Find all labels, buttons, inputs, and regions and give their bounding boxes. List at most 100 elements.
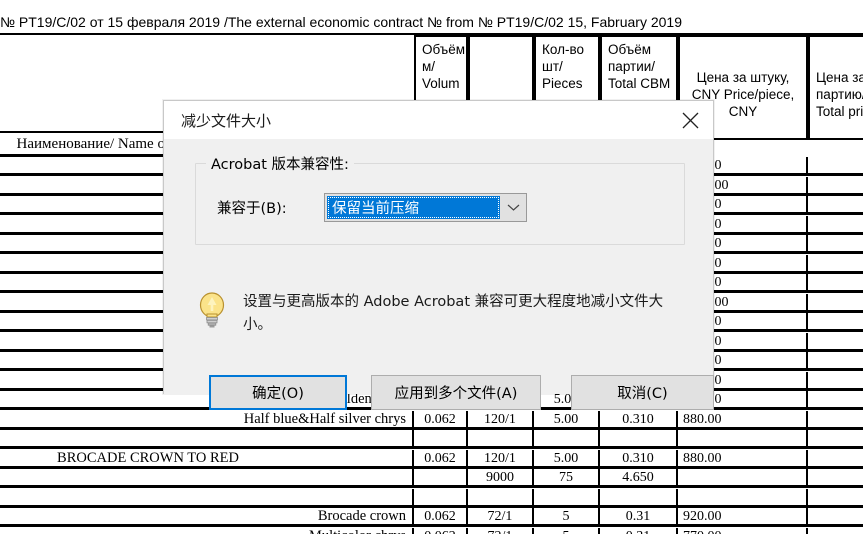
cell-volume[interactable]: 0.062	[414, 410, 468, 430]
cell-total[interactable]: 52	[808, 293, 863, 313]
cell-name: Half blue&Half silver chrys	[243, 410, 406, 427]
cell-cbm[interactable]: 0.31	[600, 508, 678, 527]
header-line: Цена за	[816, 70, 863, 85]
cell-volume[interactable]	[414, 430, 468, 449]
apply-to-multiple-files-button[interactable]: 应用到多个文件(A)	[371, 375, 541, 410]
cell-price[interactable]	[678, 430, 808, 449]
header-line: Цена за штуку,	[696, 70, 790, 85]
header-line: Volum	[422, 76, 460, 91]
tip-text: 设置与更高版本的 Adobe Acrobat 兼容可更大程度地减小文件大小。	[243, 294, 664, 333]
cell-pieces[interactable]: 5.00	[534, 449, 600, 469]
header-line: партии/	[608, 59, 656, 74]
cell-packing[interactable]	[468, 430, 534, 449]
tip-area: 设置与更高版本的 Adobe Acrobat 兼容可更大程度地减小文件大小。	[195, 289, 665, 337]
cell-total[interactable]: 44	[808, 352, 863, 371]
cell-total[interactable]: 44	[808, 391, 863, 410]
table-row[interactable]: Half blue&Half silver chrys	[0, 410, 414, 430]
header-line: Кол-во	[542, 42, 584, 57]
cell-cbm[interactable]: 0.31	[600, 527, 678, 534]
compatibility-select-value: 保留当前压缩	[327, 196, 500, 219]
cell-total[interactable]: 44	[808, 371, 863, 391]
cell-price[interactable]	[678, 488, 808, 508]
cell-total[interactable]: 44	[808, 313, 863, 332]
cell-total[interactable]: 52	[808, 176, 863, 196]
cell-total[interactable]: 44	[808, 274, 863, 293]
header-line: Total CBM	[608, 76, 671, 91]
chevron-down-icon	[500, 194, 526, 221]
header-line: Объём	[422, 42, 466, 57]
cell-price[interactable]: 880.00	[678, 410, 808, 430]
table-row[interactable]	[0, 430, 414, 449]
screen: № PT19/C/02 от 15 февраля 2019 /The exte…	[0, 0, 863, 534]
cell-price[interactable]: 880.00	[678, 449, 808, 469]
dialog-title: 减少文件大小	[181, 112, 272, 130]
cell-packing[interactable]: 120/1	[468, 410, 534, 430]
header-line: м/	[422, 59, 436, 74]
dialog-button-row: 确定(O) 应用到多个文件(A) 取消(C)	[209, 375, 714, 410]
lightbulb-icon	[195, 289, 229, 331]
cell-total[interactable]	[808, 430, 863, 449]
cell-volume[interactable]: 0.062	[414, 508, 468, 527]
cell-total[interactable]: 44	[808, 410, 863, 430]
cell-packing[interactable]: 72/1	[468, 508, 534, 527]
cell-volume[interactable]: 0.062	[414, 527, 468, 534]
header-line: Total price,	[816, 104, 863, 119]
cell-pieces[interactable]: 5	[534, 527, 600, 534]
cancel-button[interactable]: 取消(C)	[571, 375, 714, 410]
cell-pieces[interactable]	[534, 430, 600, 449]
cell-total[interactable]: 44	[808, 157, 863, 176]
cell-volume[interactable]	[414, 488, 468, 508]
cell-total[interactable]: 44	[808, 215, 863, 235]
cell-packing[interactable]: 9000	[468, 469, 534, 488]
cell-name: BROCADE CROWN TO RED	[57, 449, 239, 466]
dialog-titlebar: 减少文件大小	[164, 101, 713, 139]
cell-cbm[interactable]	[600, 430, 678, 449]
cell-cbm[interactable]: 0.310	[600, 449, 678, 469]
cell-total[interactable]: 44	[808, 235, 863, 254]
header-line: партию/	[816, 87, 863, 102]
cell-total[interactable]: 44	[808, 196, 863, 215]
table-row[interactable]	[0, 488, 414, 508]
cell-price[interactable]	[678, 469, 808, 488]
cell-price[interactable]: 770.00	[678, 527, 808, 534]
cell-pieces[interactable]	[534, 488, 600, 508]
header-line: шт/	[542, 59, 563, 74]
cell-price[interactable]: 920.00	[678, 508, 808, 527]
compatibility-select[interactable]: 保留当前压缩	[324, 193, 527, 222]
cell-packing[interactable]: 120/1	[468, 449, 534, 469]
table-row[interactable]: BROCADE CROWN TO RED	[0, 449, 414, 469]
reduce-file-size-dialog: 减少文件大小 Acrobat 版本兼容性: 兼容于(B): 保留当前压缩 设置与…	[163, 100, 714, 410]
compatibility-label: 兼容于(B):	[217, 201, 287, 217]
cell-cbm[interactable]: 4.650	[600, 469, 678, 488]
cell-total[interactable]: 44	[808, 332, 863, 352]
cell-pieces[interactable]: 75	[534, 469, 600, 488]
header-line: Pieces	[542, 76, 583, 91]
cell-total[interactable]	[808, 488, 863, 508]
cell-pieces[interactable]: 5	[534, 508, 600, 527]
dialog-body: Acrobat 版本兼容性: 兼容于(B): 保留当前压缩 设置与更高版本的 A…	[164, 139, 714, 410]
table-row[interactable]: Multicolor chrys	[0, 527, 414, 534]
column-header-total-price: Цена за партию/ Total price,	[808, 35, 863, 140]
cell-cbm[interactable]: 0.310	[600, 410, 678, 430]
cell-total[interactable]: 44	[808, 254, 863, 274]
cell-total[interactable]: 39	[808, 527, 863, 534]
groupbox-legend: Acrobat 版本兼容性:	[206, 153, 354, 174]
table-row[interactable]: Brocade crown	[0, 508, 414, 527]
ok-button[interactable]: 确定(O)	[209, 375, 347, 410]
cell-pieces[interactable]: 5.00	[534, 410, 600, 430]
table-row[interactable]	[0, 469, 414, 488]
cell-total[interactable]: 44	[808, 449, 863, 469]
cell-volume[interactable]: 0.062	[414, 449, 468, 469]
cell-name: Multicolor chrys	[309, 528, 406, 534]
document-title: № PT19/C/02 от 15 февраля 2019 /The exte…	[0, 14, 682, 30]
cell-name: Brocade crown	[317, 508, 406, 524]
acrobat-compatibility-groupbox: Acrobat 版本兼容性: 兼容于(B): 保留当前压缩	[195, 153, 685, 245]
close-icon[interactable]	[668, 101, 713, 139]
header-line: Объём	[608, 42, 652, 57]
cell-packing[interactable]	[468, 488, 534, 508]
cell-volume[interactable]	[414, 469, 468, 488]
cell-packing[interactable]: 72/1	[468, 527, 534, 534]
cell-cbm[interactable]	[600, 488, 678, 508]
cell-total[interactable]: 46	[808, 508, 863, 527]
cell-total[interactable]: 6770	[808, 469, 863, 488]
